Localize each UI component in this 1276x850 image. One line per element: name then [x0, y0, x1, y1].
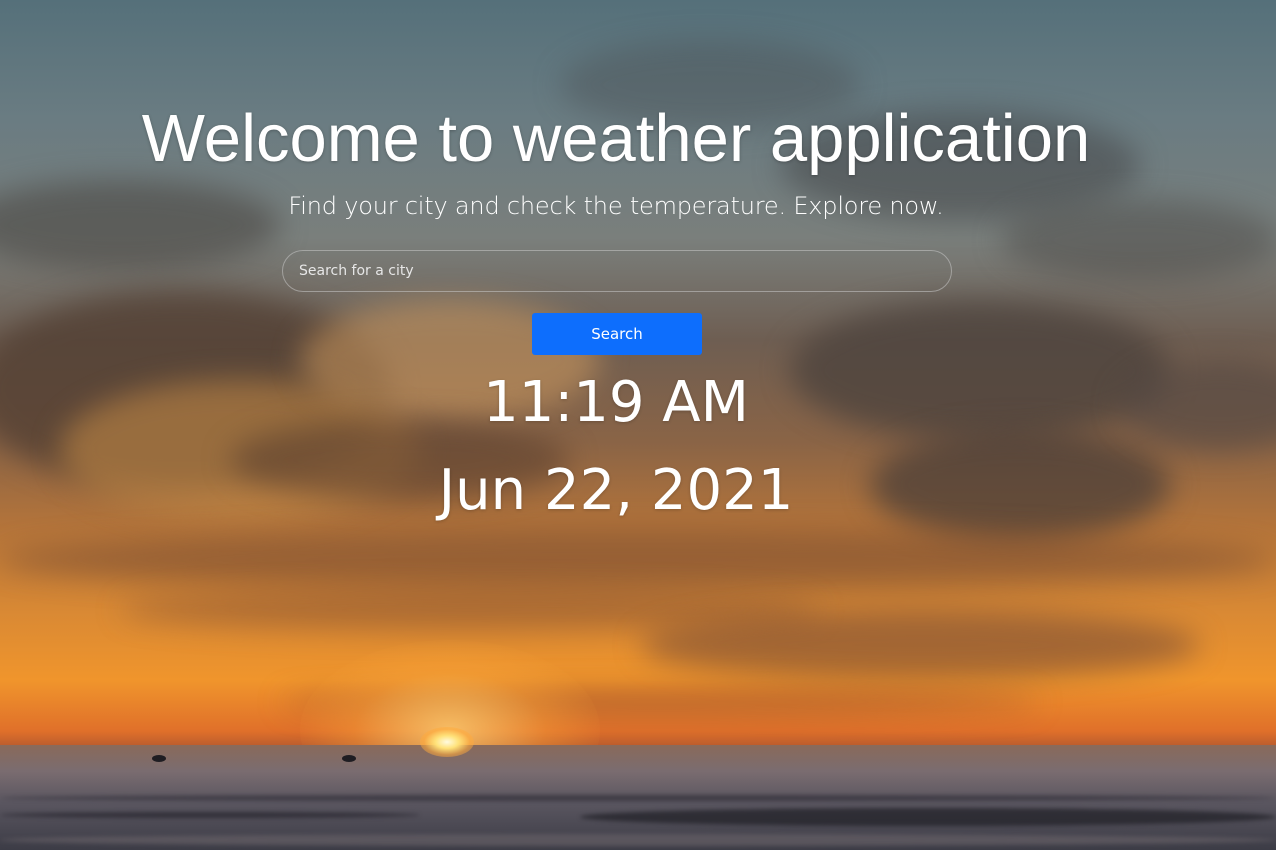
- search-input[interactable]: [283, 251, 951, 291]
- search-button[interactable]: Search: [532, 313, 702, 355]
- hero-section: Welcome to weather application Find your…: [0, 0, 1276, 850]
- page-title: Welcome to weather application: [141, 101, 1091, 176]
- current-time: 11:19 AM: [483, 370, 749, 435]
- page-subtitle: Find your city and check the temperature…: [288, 192, 944, 220]
- search-field: [282, 250, 952, 292]
- current-date: Jun 22, 2021: [438, 458, 794, 523]
